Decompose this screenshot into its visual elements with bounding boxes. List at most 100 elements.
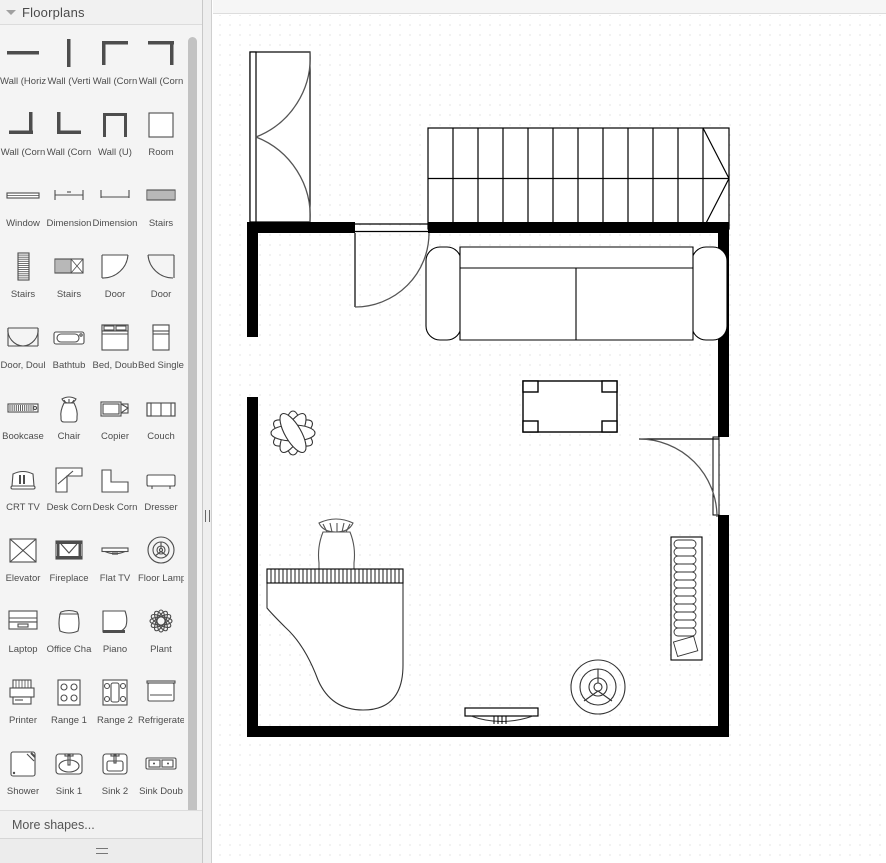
- palette-scrollbar-track[interactable]: [188, 31, 200, 810]
- fireplace-icon[interactable]: [47, 528, 91, 572]
- range-2-icon[interactable]: [93, 670, 137, 714]
- palette-shape-plant[interactable]: Plant: [138, 599, 184, 670]
- palette-shape-bed-single[interactable]: Bed Single: [138, 315, 184, 386]
- palette-shape-range-2[interactable]: Range 2: [92, 670, 138, 741]
- elevator-icon[interactable]: [1, 528, 45, 572]
- wall-vertical-icon[interactable]: [47, 31, 91, 75]
- laptop-icon[interactable]: [1, 599, 45, 643]
- palette-shape-wall-corner-4[interactable]: Wall (Corn: [46, 102, 92, 173]
- palette-shape-elevator[interactable]: Elevator: [0, 528, 46, 599]
- palette-shape-sink-double[interactable]: Sink Doub: [138, 741, 184, 810]
- palette-shape-chair[interactable]: Chair: [46, 386, 92, 457]
- palette-shape-bookcase[interactable]: Bookcase: [0, 386, 46, 457]
- palette-shape-sink-2[interactable]: Sink 2: [92, 741, 138, 810]
- more-shapes-button[interactable]: More shapes...: [0, 810, 202, 838]
- palette-shape-door-right[interactable]: Door: [138, 244, 184, 315]
- palette-shape-couch[interactable]: Couch: [138, 386, 184, 457]
- palette-shape-flat-tv[interactable]: Flat TV: [92, 528, 138, 599]
- palette-shape-door-left[interactable]: Door: [92, 244, 138, 315]
- door-right-icon[interactable]: [139, 244, 183, 288]
- triangle-down-icon[interactable]: [6, 9, 16, 15]
- copier-icon[interactable]: [93, 386, 137, 430]
- plant-icon[interactable]: [139, 599, 183, 643]
- resize-grip-icon[interactable]: [95, 848, 108, 854]
- stairs-hatch-icon[interactable]: [139, 173, 183, 217]
- diagram-canvas-area[interactable]: [213, 0, 886, 863]
- palette-shape-dresser[interactable]: Dresser: [138, 457, 184, 528]
- crt-tv-icon[interactable]: [1, 457, 45, 501]
- stairs-angled-icon[interactable]: [47, 244, 91, 288]
- palette-shape-office-chair[interactable]: Office Cha: [46, 599, 92, 670]
- floor-lamp-icon[interactable]: [139, 528, 183, 572]
- sidebar-footer[interactable]: [0, 838, 202, 863]
- palette-shape-wall-corner-2[interactable]: Wall (Corn: [138, 31, 184, 102]
- palette-shape-bed-double[interactable]: Bed, Doub: [92, 315, 138, 386]
- sink-2-icon[interactable]: [93, 741, 137, 785]
- palette-shape-stairs-straight[interactable]: Stairs: [0, 244, 46, 315]
- palette-shape-window[interactable]: Window: [0, 173, 46, 244]
- floorplan-diagram[interactable]: [213, 15, 886, 863]
- palette-shape-laptop[interactable]: Laptop: [0, 599, 46, 670]
- palette-shape-floor-lamp[interactable]: Floor Lamp: [138, 528, 184, 599]
- palette-shape-crt-tv[interactable]: CRT TV: [0, 457, 46, 528]
- chair-icon[interactable]: [47, 386, 91, 430]
- palette-shape-wall-vertical[interactable]: Wall (Verti: [46, 31, 92, 102]
- room-icon[interactable]: [139, 102, 183, 146]
- wall-u-icon[interactable]: [93, 102, 137, 146]
- range-1-icon[interactable]: [47, 670, 91, 714]
- dimension-2-icon[interactable]: [93, 173, 137, 217]
- bathtub-icon[interactable]: [47, 315, 91, 359]
- sidebar-canvas-splitter[interactable]: [203, 0, 212, 863]
- palette-shape-copier[interactable]: Copier: [92, 386, 138, 457]
- palette-scrollbar-thumb[interactable]: [188, 37, 197, 810]
- palette-shape-fireplace[interactable]: Fireplace: [46, 528, 92, 599]
- palette-shape-stairs-hatch[interactable]: Stairs: [138, 173, 184, 244]
- sink-1-icon[interactable]: [47, 741, 91, 785]
- palette-shape-refrigerator[interactable]: Refrigerate: [138, 670, 184, 741]
- desk-corner-1-icon[interactable]: [47, 457, 91, 501]
- palette-shape-sink-1[interactable]: Sink 1: [46, 741, 92, 810]
- door-left-icon[interactable]: [93, 244, 137, 288]
- desk-corner-2-icon[interactable]: [93, 457, 137, 501]
- canvas-grid[interactable]: [213, 15, 886, 863]
- palette-shape-bathtub[interactable]: Bathtub: [46, 315, 92, 386]
- door-double-icon[interactable]: [1, 315, 45, 359]
- window-icon[interactable]: [1, 173, 45, 217]
- palette-shape-wall-u[interactable]: Wall (U): [92, 102, 138, 173]
- palette-shape-shower[interactable]: Shower: [0, 741, 46, 810]
- palette-shape-door-double[interactable]: Door, Doul: [0, 315, 46, 386]
- wall-horizontal-icon[interactable]: [1, 31, 45, 75]
- sink-double-icon[interactable]: [139, 741, 183, 785]
- dimension-1-icon[interactable]: [47, 173, 91, 217]
- flat-tv-icon[interactable]: [93, 528, 137, 572]
- palette-shape-desk-corner-1[interactable]: Desk Corn: [46, 457, 92, 528]
- refrigerator-icon[interactable]: [139, 670, 183, 714]
- stairs-straight-icon[interactable]: [1, 244, 45, 288]
- wall-corner-1-icon[interactable]: [93, 31, 137, 75]
- bed-single-icon[interactable]: [139, 315, 183, 359]
- printer-icon[interactable]: [1, 670, 45, 714]
- palette-shape-desk-corner-2[interactable]: Desk Corn: [92, 457, 138, 528]
- palette-shape-printer[interactable]: Printer: [0, 670, 46, 741]
- palette-section-header-floorplans[interactable]: Floorplans: [0, 0, 202, 25]
- bookcase-icon[interactable]: [1, 386, 45, 430]
- palette-scroll-region[interactable]: Wall (Horiz Wall (Verti Wall (Corn Wall (Co…: [0, 25, 202, 810]
- palette-shape-dimension-1[interactable]: Dimension: [46, 173, 92, 244]
- palette-shape-wall-corner-3[interactable]: Wall (Corn: [0, 102, 46, 173]
- palette-shape-stairs-angled[interactable]: Stairs: [46, 244, 92, 315]
- couch-icon[interactable]: [139, 386, 183, 430]
- palette-shape-wall-horizontal[interactable]: Wall (Horiz: [0, 31, 46, 102]
- bed-double-icon[interactable]: [93, 315, 137, 359]
- splitter-grip-icon[interactable]: [205, 510, 210, 522]
- dresser-icon[interactable]: [139, 457, 183, 501]
- shower-icon[interactable]: [1, 741, 45, 785]
- wall-corner-4-icon[interactable]: [47, 102, 91, 146]
- wall-corner-2-icon[interactable]: [139, 31, 183, 75]
- palette-shape-piano[interactable]: Piano: [92, 599, 138, 670]
- palette-shape-dimension-2[interactable]: Dimension: [92, 173, 138, 244]
- wall-corner-3-icon[interactable]: [1, 102, 45, 146]
- palette-shape-range-1[interactable]: Range 1: [46, 670, 92, 741]
- office-chair-icon[interactable]: [47, 599, 91, 643]
- palette-shape-wall-corner-1[interactable]: Wall (Corn: [92, 31, 138, 102]
- piano-icon[interactable]: [93, 599, 137, 643]
